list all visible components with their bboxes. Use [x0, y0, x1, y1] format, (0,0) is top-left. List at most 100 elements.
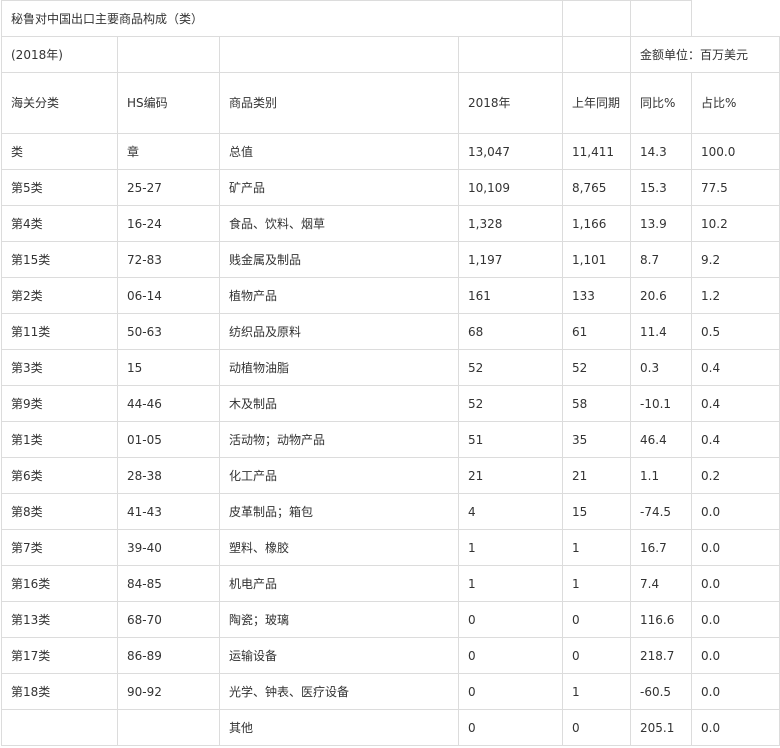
table-row: 其他 0 0 205.1 0.0	[1, 709, 780, 746]
yoy-cell: 1.1	[630, 457, 693, 494]
prior-year-cell: 1	[562, 529, 632, 566]
prior-year-cell: 1,166	[562, 205, 632, 242]
table-row: 第3类 15 动植物油脂 52 52 0.3 0.4	[1, 349, 780, 386]
value-2018-cell: 4	[457, 493, 564, 530]
customs-class-cell: 第18类	[1, 673, 118, 710]
customs-class-cell: 第7类	[1, 529, 118, 566]
customs-class-cell	[1, 709, 118, 746]
header-2018: 2018年	[457, 72, 564, 134]
share-cell: 0.4	[691, 385, 780, 422]
empty-cell	[630, 0, 693, 37]
hs-code-cell: 41-43	[117, 493, 220, 530]
table-title: 秘鲁对中国出口主要商品构成（类）	[0, 0, 564, 37]
prior-year-cell: 1	[562, 565, 632, 602]
yoy-cell: 116.6	[630, 601, 693, 638]
value-2018-cell: 0	[457, 637, 564, 674]
value-2018-cell: 52	[457, 385, 564, 422]
yoy-cell: 0.3	[630, 349, 693, 386]
prior-year-cell: 11,411	[562, 133, 632, 170]
value-2018-cell: 68	[457, 313, 564, 350]
category-cell: 化工产品	[219, 457, 459, 494]
share-cell: 0.0	[691, 601, 780, 638]
category-cell: 陶瓷；玻璃	[219, 601, 459, 638]
empty-cell	[562, 0, 632, 37]
customs-class-cell: 第1类	[1, 421, 118, 458]
title-row: 秘鲁对中国出口主要商品构成（类）	[0, 0, 780, 37]
hs-code-cell: 86-89	[117, 637, 220, 674]
table-row: 类章总值 13,047 11,411 14.3 100.0	[1, 133, 780, 170]
hs-code-cell: 72-83	[117, 241, 220, 278]
hs-code-cell: 28-38	[117, 457, 220, 494]
hs-code-cell: 15	[117, 349, 220, 386]
category-cell: 运输设备	[219, 637, 459, 674]
prior-year-cell: 61	[562, 313, 632, 350]
customs-class-cell: 类	[1, 133, 118, 170]
customs-class-cell: 第11类	[1, 313, 118, 350]
table-row: 第11类 50-63 纺织品及原料 68 61 11.4 0.5	[1, 313, 780, 350]
empty-corner-cell	[691, 0, 780, 37]
prior-year-cell: 35	[562, 421, 632, 458]
value-2018-cell: 1,328	[457, 205, 564, 242]
header-share: 占比%	[691, 72, 780, 134]
share-cell: 77.5	[691, 169, 780, 206]
hs-code-cell: 16-24	[117, 205, 220, 242]
hs-code-cell: 50-63	[117, 313, 220, 350]
header-yoy: 同比%	[630, 72, 693, 134]
yoy-cell: 20.6	[630, 277, 693, 314]
table-body: 秘鲁对中国出口主要商品构成（类） (2018年) 金额单位：百万美元 海关分类 …	[0, 0, 780, 746]
yoy-cell: 15.3	[630, 169, 693, 206]
value-2018-cell: 52	[457, 349, 564, 386]
category-cell: 总值	[219, 133, 459, 170]
yoy-cell: 218.7	[630, 637, 693, 674]
customs-class-cell: 第9类	[1, 385, 118, 422]
share-cell: 0.4	[691, 421, 780, 458]
hs-code-cell	[117, 709, 220, 746]
table-row: 第15类 72-83 贱金属及制品 1,197 1,101 8.7 9.2	[1, 241, 780, 278]
share-cell: 1.2	[691, 277, 780, 314]
prior-year-cell: 8,765	[562, 169, 632, 206]
header-prior-year: 上年同期	[562, 72, 632, 134]
prior-year-cell: 1,101	[562, 241, 632, 278]
value-2018-cell: 1	[457, 529, 564, 566]
prior-year-cell: 52	[562, 349, 632, 386]
header-customs-class: 海关分类	[1, 72, 118, 134]
empty-cell	[219, 36, 459, 73]
prior-year-cell: 0	[562, 637, 632, 674]
table-row: 第8类 41-43 皮革制品；箱包 4 15 -74.5 0.0	[1, 493, 780, 530]
category-cell: 其他	[219, 709, 459, 746]
prior-year-cell: 133	[562, 277, 632, 314]
yoy-cell: 13.9	[630, 205, 693, 242]
customs-class-cell: 第17类	[1, 637, 118, 674]
hs-code-cell: 90-92	[117, 673, 220, 710]
value-2018-cell: 1,197	[457, 241, 564, 278]
hs-code-cell: 68-70	[117, 601, 220, 638]
export-composition-table: 秘鲁对中国出口主要商品构成（类） (2018年) 金额单位：百万美元 海关分类 …	[0, 0, 780, 746]
empty-cell	[562, 36, 632, 73]
category-cell: 植物产品	[219, 277, 459, 314]
empty-cell	[457, 36, 564, 73]
hs-code-cell: 06-14	[117, 277, 220, 314]
share-cell: 10.2	[691, 205, 780, 242]
empty-cell	[117, 36, 220, 73]
customs-class-cell: 第16类	[1, 565, 118, 602]
customs-class-cell: 第2类	[1, 277, 118, 314]
category-cell: 塑料、橡胶	[219, 529, 459, 566]
customs-class-cell: 第6类	[1, 457, 118, 494]
year-unit-row: (2018年) 金额单位：百万美元	[1, 36, 780, 73]
header-hs-code: HS编码	[117, 72, 220, 134]
category-cell: 贱金属及制品	[219, 241, 459, 278]
yoy-cell: 8.7	[630, 241, 693, 278]
value-2018-cell: 21	[457, 457, 564, 494]
yoy-cell: 16.7	[630, 529, 693, 566]
hs-code-cell: 39-40	[117, 529, 220, 566]
category-cell: 光学、钟表、医疗设备	[219, 673, 459, 710]
hs-code-cell: 84-85	[117, 565, 220, 602]
table-row: 第16类 84-85 机电产品 1 1 7.4 0.0	[1, 565, 780, 602]
share-cell: 0.0	[691, 637, 780, 674]
table-row: 第17类 86-89 运输设备 0 0 218.7 0.0	[1, 637, 780, 674]
yoy-cell: 46.4	[630, 421, 693, 458]
yoy-cell: 14.3	[630, 133, 693, 170]
share-cell: 100.0	[691, 133, 780, 170]
yoy-cell: -60.5	[630, 673, 693, 710]
share-cell: 9.2	[691, 241, 780, 278]
